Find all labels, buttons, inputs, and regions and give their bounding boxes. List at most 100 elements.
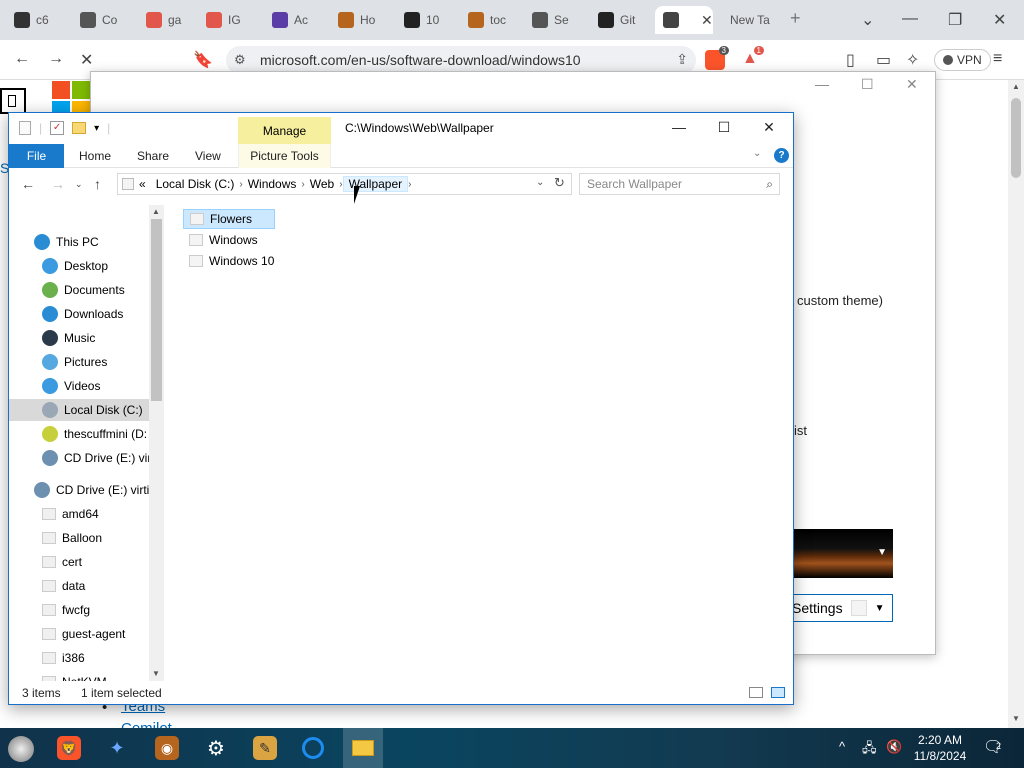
brave-taskbar-icon[interactable]: 🦁 [57,736,81,760]
loading-taskbar-icon[interactable] [302,737,324,759]
vpn-button[interactable]: VPN [934,49,991,71]
browser-restore-button[interactable]: ❐ [948,10,962,30]
menu-icon[interactable]: ≡ [993,50,1002,68]
browser-tab[interactable]: 10 [396,6,454,34]
page-menu-icon[interactable] [0,88,26,114]
refresh-icon[interactable]: ↻ [554,175,565,191]
nav-item[interactable]: NetKVM [9,671,149,681]
breadcrumb-web[interactable]: Web [305,177,339,191]
browser-tab[interactable]: New Ta [722,6,784,34]
leo-ai-icon[interactable]: ✧ [906,50,919,70]
nav-item[interactable]: Local Disk (C:) [9,399,149,421]
large-icons-view-icon[interactable] [771,687,785,698]
web-scrollbar[interactable]: ▲ ▼ [1008,80,1024,728]
details-view-icon[interactable] [749,687,763,698]
address-history-chevron-icon[interactable]: ⌄ [536,177,544,188]
properties-icon[interactable]: ✓ [50,121,65,135]
customize-qat-icon[interactable]: ▾ [94,123,99,134]
browser-tab[interactable]: Ac [264,6,326,34]
tab-file[interactable]: File [9,144,64,168]
settings-dropdown[interactable]: Settings ▼ [787,594,893,622]
nav-item[interactable]: This PC [9,231,149,253]
theme-preview-image[interactable]: ▼ [792,529,893,578]
url-bar[interactable]: ⚙ microsoft.com/en-us/software-download/… [226,46,696,74]
image-app-taskbar-icon[interactable]: ◉ [155,736,179,760]
scroll-down-icon[interactable]: ▼ [1012,714,1020,723]
breadcrumb-overflow[interactable]: « [134,177,151,191]
network-icon[interactable]: 🖧 [862,739,877,761]
forward-arrow-icon[interactable]: → [48,50,64,68]
nav-item[interactable]: Videos [9,375,149,397]
browser-minimize-button[interactable]: — [902,10,918,28]
web-link-partial[interactable]: Comilot [121,720,172,728]
nav-item[interactable]: thescuffmini (D: [9,423,149,445]
nav-item[interactable]: fwcfg [9,599,149,621]
file-item[interactable]: Flowers [183,209,275,229]
stop-loading-icon[interactable]: ✕ [80,50,93,70]
tab-search-chevron-icon[interactable]: ⌄ [861,10,874,30]
show-hidden-icons-chevron-icon[interactable]: ^ [839,739,845,754]
window-icon[interactable] [19,121,31,135]
nav-item[interactable]: i386 [9,647,149,669]
new-folder-icon[interactable] [72,122,87,134]
tab-picture-tools[interactable]: Picture Tools [238,144,331,168]
settings-taskbar-icon[interactable]: ⚙ [204,736,228,760]
app-taskbar-icon[interactable]: ✦ [105,736,129,760]
browser-tab[interactable]: Co [72,6,134,34]
breadcrumb-local-disk[interactable]: Local Disk (C:) [151,177,240,191]
browser-tab[interactable]: Se [524,6,586,34]
chevron-right-icon[interactable]: › [408,179,411,190]
search-input[interactable]: Search Wallpaper ⌕ [579,173,780,195]
scroll-up-icon[interactable]: ▲ [1012,82,1020,91]
breadcrumb-wallpaper[interactable]: Wallpaper [342,176,409,192]
tab-view[interactable]: View [195,144,221,168]
browser-tab[interactable]: c6 [6,6,62,34]
tab-close-icon[interactable]: ✕ [701,12,713,29]
file-item[interactable]: Windows 10 [183,251,280,271]
explorer-close-button[interactable]: ✕ [759,119,779,136]
breadcrumb[interactable]: « Local Disk (C:) › Windows › Web › Wall… [117,173,572,195]
notification-center-icon[interactable]: 🗨 2 [983,737,1003,757]
brave-rewards-icon[interactable]: ▲ 1 [740,46,764,70]
nav-item[interactable]: cert [9,551,149,573]
file-explorer-taskbar-icon[interactable] [343,728,383,768]
tab-share[interactable]: Share [137,144,169,168]
explorer-maximize-button[interactable]: ☐ [714,119,734,136]
browser-close-button[interactable]: ✕ [993,10,1006,30]
volume-muted-icon[interactable]: 🔇 [886,739,902,755]
back-icon[interactable]: ← [21,176,35,192]
explorer-minimize-button[interactable]: — [669,119,689,135]
bookmark-icon[interactable]: 🔖 [193,50,213,70]
browser-tab[interactable]: ✕ [655,6,713,34]
recent-locations-icon[interactable]: ⌄ [75,179,83,190]
nav-item[interactable]: Balloon [9,527,149,549]
expand-ribbon-icon[interactable]: ⌄ [753,148,761,159]
new-tab-button[interactable]: + [790,8,801,29]
tools-taskbar-icon[interactable]: ✎ [253,736,277,760]
navigation-pane-scroll-thumb[interactable] [151,219,162,401]
browser-tab[interactable]: ga [138,6,196,34]
nav-item[interactable]: CD Drive (E:) virtic [9,479,149,501]
taskbar-clock[interactable]: 2:20 AM 11/8/2024 [910,732,970,764]
browser-tab[interactable]: toc [460,6,522,34]
nav-item[interactable]: data [9,575,149,597]
back-arrow-icon[interactable]: ← [14,50,30,68]
nav-item[interactable]: Desktop [9,255,149,277]
tab-home[interactable]: Home [79,144,111,168]
nav-item[interactable]: guest-agent [9,623,149,645]
scroll-down-icon[interactable]: ▼ [152,669,160,678]
navigation-pane-scrollbar[interactable]: ▲ ▼ [149,205,164,681]
browser-tab[interactable]: Git [590,6,652,34]
nav-item[interactable]: Music [9,327,149,349]
share-icon[interactable]: ⇪ [676,51,688,68]
help-icon[interactable]: ? [774,148,789,163]
browser-tab[interactable]: IG [198,6,260,34]
explorer-title-bar[interactable]: | ✓ ▾ | Manage C:\Windows\Web\Wallpaper … [9,113,793,144]
breadcrumb-windows[interactable]: Windows [243,177,302,191]
web-scrollbar-thumb[interactable] [1011,98,1021,178]
sidebar-icon[interactable]: ▯ [846,50,855,70]
up-icon[interactable]: ↑ [94,176,101,192]
nav-item[interactable]: Documents [9,279,149,301]
wallet-icon[interactable]: ▭ [876,50,891,70]
nav-item[interactable]: Downloads [9,303,149,325]
